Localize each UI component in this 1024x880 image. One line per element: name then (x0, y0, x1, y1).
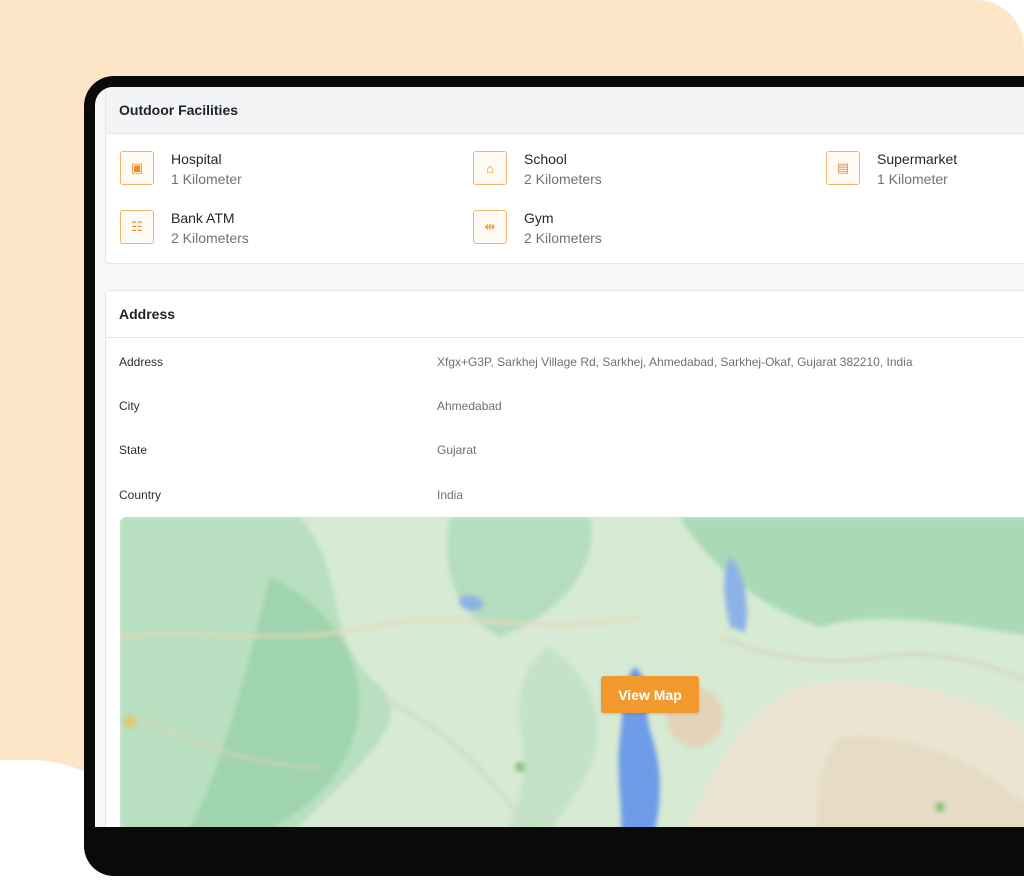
facility-distance: 1 Kilometer (877, 171, 948, 187)
view-map-button[interactable]: View Map (601, 676, 699, 713)
facility-name: Bank ATM (171, 210, 235, 226)
facility-distance: 2 Kilometers (524, 171, 602, 187)
supermarket-icon: ▤ (826, 151, 860, 185)
facility-distance: 2 Kilometers (171, 230, 249, 246)
address-value: Xfgx+G3P, Sarkhej Village Rd, Sarkhej, A… (437, 355, 913, 369)
state-label: State (119, 443, 148, 457)
facility-bank-atm: ☷ Bank ATM 2 Kilometers (120, 210, 249, 248)
facility-supermarket: ▤ Supermarket 1 Kilometer (826, 151, 957, 189)
state-value: Gujarat (437, 443, 477, 457)
facility-hospital: ▣ Hospital 1 Kilometer (120, 151, 242, 189)
facility-distance: 1 Kilometer (171, 171, 242, 187)
facility-school: ⌂ School 2 Kilometers (473, 151, 602, 189)
country-value: India (437, 488, 464, 502)
city-label: City (119, 399, 140, 413)
map-background (120, 517, 1024, 827)
address-label: Address (119, 355, 164, 369)
school-icon: ⌂ (473, 151, 507, 185)
hospital-icon: ▣ (120, 151, 154, 185)
facility-name: Gym (524, 210, 554, 226)
facility-name: School (524, 151, 567, 167)
outdoor-facilities-card: Outdoor Facilities ▣ Hospital 1 Kilomete… (105, 87, 1024, 264)
address-card: Address Address Xfgx+G3P, Sarkhej Villag… (105, 290, 1024, 827)
address-title: Address (106, 291, 1024, 338)
facility-distance: 2 Kilometers (524, 230, 602, 246)
atm-icon: ☷ (120, 210, 154, 244)
facility-gym: ⇹ Gym 2 Kilometers (473, 210, 602, 248)
country-label: Country (119, 488, 162, 502)
outdoor-facilities-title: Outdoor Facilities (106, 87, 1024, 134)
gym-icon: ⇹ (473, 210, 507, 244)
city-value: Ahmedabad (437, 399, 502, 413)
facility-name: Supermarket (877, 151, 958, 167)
device-screen: Outdoor Facilities ▣ Hospital 1 Kilomete… (95, 87, 1024, 827)
facility-name: Hospital (171, 151, 222, 167)
location-map[interactable]: View Map (120, 517, 1024, 827)
